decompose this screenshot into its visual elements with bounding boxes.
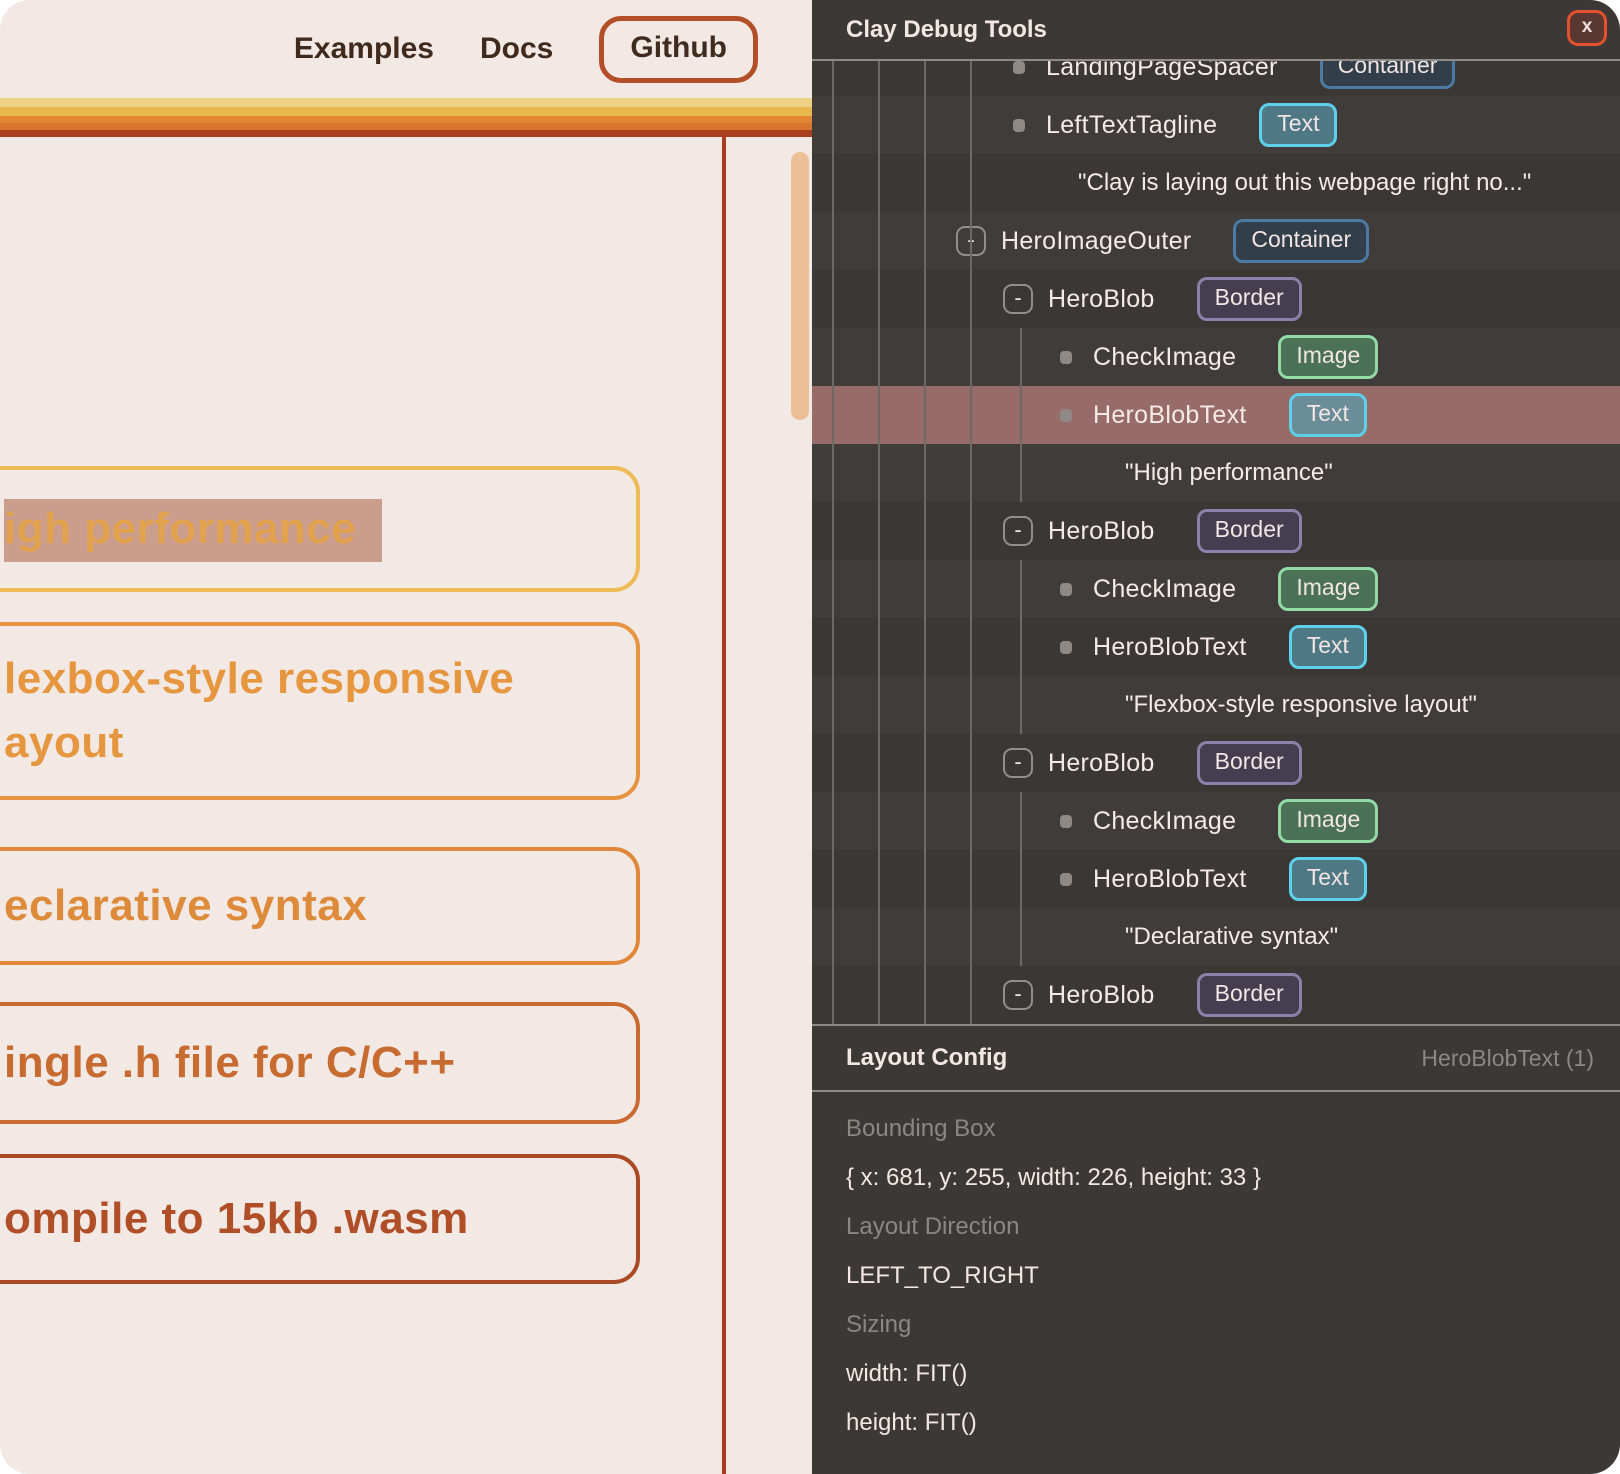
app-window: Examples Docs Github igh performance lexbo… [0, 0, 1620, 1474]
tree-text-content: "Flexbox-style responsive layout" [1125, 691, 1477, 719]
feature-text: eclarative syntax [4, 874, 636, 938]
leaf-bullet-icon [1060, 583, 1072, 596]
leaf-bullet-icon [1060, 351, 1072, 364]
layout-config-header: Layout Config HeroBlobText (1) [812, 1024, 1620, 1092]
layout-config-body: Bounding Box{ x: 681, y: 255, width: 226… [812, 1092, 1620, 1474]
tree-node-label: HeroBlobText [1093, 633, 1247, 662]
element-type-badge: Image [1278, 335, 1378, 379]
tree-text-row[interactable]: "High performance" [812, 444, 1620, 502]
nav-link-examples[interactable]: Examples [294, 32, 434, 66]
tree-text-row[interactable]: "Flexbox-style responsive layout" [812, 676, 1620, 734]
config-field-label: Layout Direction [846, 1202, 1620, 1251]
github-button[interactable]: Github [599, 16, 758, 83]
feature-box: igh performance [0, 466, 640, 592]
nav-link-docs[interactable]: Docs [480, 32, 553, 66]
element-type-badge: Image [1278, 799, 1378, 843]
element-type-badge: Container [1233, 219, 1369, 263]
tree-node-label: CheckImage [1093, 807, 1236, 836]
tree-node-label: HeroImageOuter [1001, 227, 1191, 256]
tree-node-row[interactable]: LandingPageSpacer Container [812, 61, 1620, 96]
tree-node-label: HeroBlob [1048, 285, 1155, 314]
feature-list: igh performance lexbox-style responsiveay… [0, 466, 640, 1284]
feature-text: igh performance [4, 497, 636, 561]
tree-node-label: CheckImage [1093, 343, 1236, 372]
tree-node-row[interactable]: LeftTextTagline Text [812, 96, 1620, 154]
tree-node-label: HeroBlob [1048, 981, 1155, 1010]
leaf-bullet-icon [1013, 119, 1025, 132]
tree-node-row[interactable]: CheckImage Image [812, 792, 1620, 850]
tree-node-row[interactable]: CheckImage Image [812, 328, 1620, 386]
tree-node-row[interactable]: CheckImage Image [812, 560, 1620, 618]
tree-node-label: HeroBlobText [1093, 401, 1247, 430]
config-field-value: LEFT_TO_RIGHT [846, 1251, 1620, 1300]
tree-text-row[interactable]: "Declarative syntax" [812, 908, 1620, 966]
tree-node-label: CheckImage [1093, 575, 1236, 604]
config-field-value: { x: 681, y: 255, width: 226, height: 33… [846, 1153, 1620, 1202]
element-type-badge: Text [1289, 857, 1367, 901]
selected-element-label: HeroBlobText (1) [1421, 1045, 1594, 1072]
close-icon[interactable]: x [1567, 10, 1607, 46]
feature-box: ompile to 15kb .wasm [0, 1154, 640, 1284]
config-field-value: width: FIT() [846, 1349, 1620, 1398]
element-type-badge: Border [1197, 277, 1302, 321]
tree-node-row[interactable]: HeroBlobText Text [812, 386, 1620, 444]
leaf-bullet-icon [1013, 61, 1025, 74]
feature-text: ompile to 15kb .wasm [4, 1187, 636, 1251]
scrollbar-thumb[interactable] [791, 152, 809, 420]
tree-node-label: HeroBlobText [1093, 865, 1247, 894]
tree-node-label: HeroBlob [1048, 749, 1155, 778]
element-type-badge: Text [1289, 625, 1367, 669]
config-field-label: Sizing [846, 1300, 1620, 1349]
collapse-minus-icon[interactable]: - [1003, 980, 1033, 1010]
collapse-minus-icon[interactable]: - [1003, 284, 1033, 314]
debug-panel-title: Clay Debug Tools [846, 16, 1047, 44]
tree-node-row[interactable]: -HeroBlob Border [812, 734, 1620, 792]
nav-links: Examples Docs [294, 32, 553, 66]
feature-box: lexbox-style responsiveayout [0, 622, 640, 800]
top-nav: Examples Docs Github [0, 0, 812, 98]
tree-text-content: "Clay is laying out this webpage right n… [1078, 169, 1531, 197]
config-field-label: Bounding Box [846, 1104, 1620, 1153]
tree-text-content: "High performance" [1125, 459, 1333, 487]
element-tree: LandingPageSpacer Container LeftTextTaglin… [812, 61, 1620, 1024]
tree-node-row[interactable]: -HeroBlob Border [812, 270, 1620, 328]
accent-stripes [0, 98, 812, 137]
tree-rows: LandingPageSpacer Container LeftTextTaglin… [812, 61, 1620, 1024]
clay-website: Examples Docs Github igh performance lexbo… [0, 0, 812, 1474]
tree-text-row[interactable]: "Clay is laying out this webpage right n… [812, 154, 1620, 212]
element-type-badge: Text [1289, 393, 1367, 437]
element-type-badge: Container [1320, 61, 1456, 89]
feature-text: ayout [4, 711, 636, 775]
element-type-badge: Border [1197, 509, 1302, 553]
feature-box: eclarative syntax [0, 847, 640, 965]
layout-config-title: Layout Config [846, 1044, 1007, 1072]
collapse-minus-icon[interactable]: - [956, 226, 986, 256]
element-type-badge: Border [1197, 741, 1302, 785]
leaf-bullet-icon [1060, 815, 1072, 828]
config-field-value: height: FIT() [846, 1398, 1620, 1447]
tree-node-label: HeroBlob [1048, 517, 1155, 546]
debug-panel-header: Clay Debug Tools x [812, 0, 1620, 61]
leaf-bullet-icon [1060, 873, 1072, 886]
leaf-bullet-icon [1060, 409, 1072, 422]
tree-node-label: LeftTextTagline [1046, 111, 1217, 140]
feature-text: lexbox-style responsive [4, 647, 636, 711]
clay-debug-panel: Clay Debug Tools x LandingPageSpacer Cont… [812, 0, 1620, 1474]
tree-text-content: "Declarative syntax" [1125, 923, 1338, 951]
tree-node-row[interactable]: -HeroImageOuter Container [812, 212, 1620, 270]
element-type-badge: Text [1259, 103, 1337, 147]
tree-node-row[interactable]: -HeroBlob Border [812, 502, 1620, 560]
collapse-minus-icon[interactable]: - [1003, 516, 1033, 546]
element-type-badge: Image [1278, 567, 1378, 611]
element-type-badge: Border [1197, 973, 1302, 1017]
tree-node-row[interactable]: HeroBlobText Text [812, 850, 1620, 908]
tree-node-label: LandingPageSpacer [1046, 61, 1278, 82]
feature-box: ingle .h file for C/C++ [0, 1002, 640, 1124]
tree-node-row[interactable]: -HeroBlob Border [812, 966, 1620, 1024]
vertical-divider [722, 137, 726, 1474]
collapse-minus-icon[interactable]: - [1003, 748, 1033, 778]
leaf-bullet-icon [1060, 641, 1072, 654]
tree-node-row[interactable]: HeroBlobText Text [812, 618, 1620, 676]
feature-text: ingle .h file for C/C++ [4, 1031, 636, 1095]
